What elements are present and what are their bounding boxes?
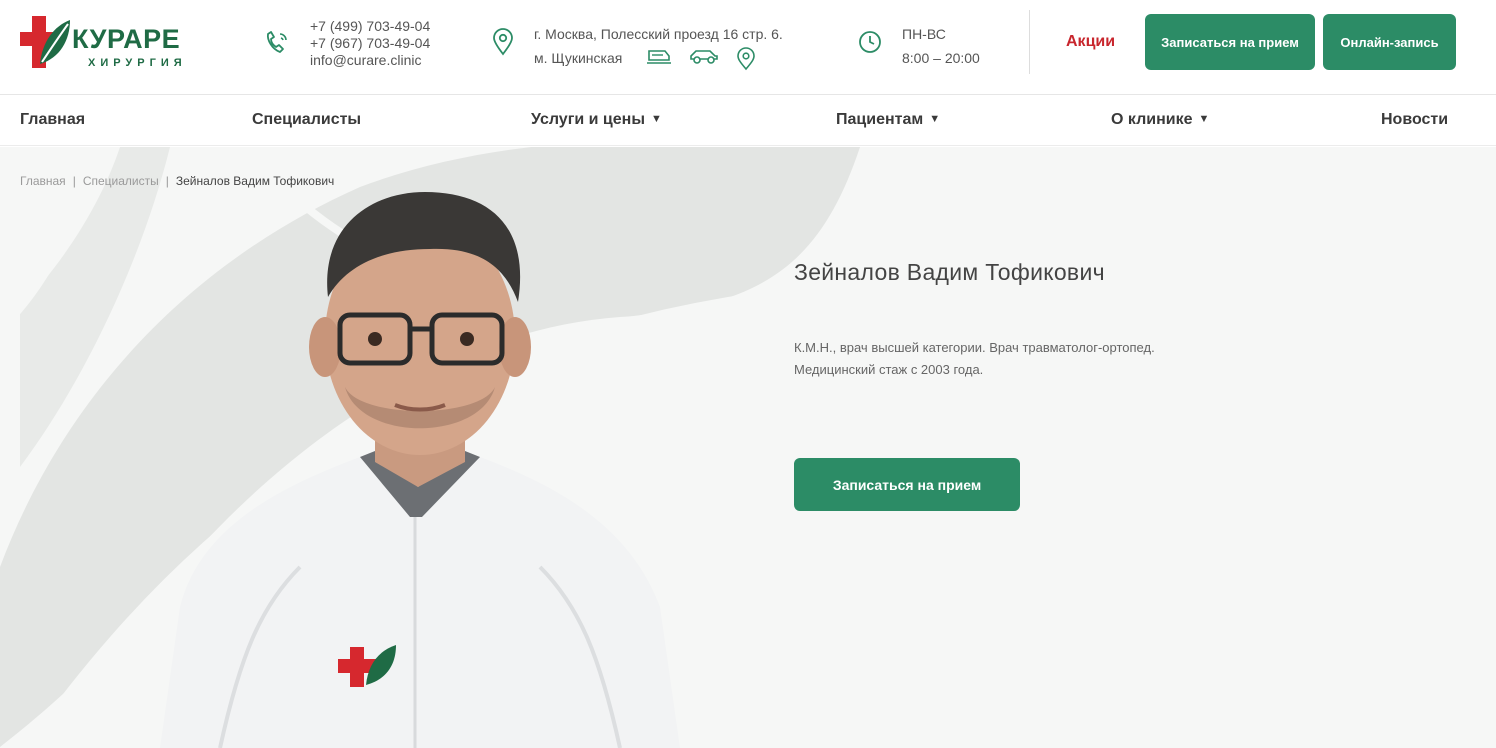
nav-item-patients[interactable]: Пациентам ▼ [836, 111, 940, 129]
breadcrumb-specialists[interactable]: Специалисты [83, 174, 159, 188]
logo-subtitle: ХИРУРГИЯ [88, 57, 187, 69]
nav-label: О клинике [1111, 111, 1193, 128]
breadcrumb-home[interactable]: Главная [20, 174, 66, 188]
bus-icon[interactable] [646, 47, 672, 65]
contact-address: г. Москва, Полесский проезд 16 стр. 6. м… [534, 22, 783, 71]
contact-phones: +7 (499) 703-49-04 +7 (967) 703-49-04 in… [310, 18, 430, 69]
hours-time: 8:00 – 20:00 [902, 50, 980, 66]
doctor-desc-line: Медицинский стаж с 2003 года. [794, 362, 984, 377]
nav-item-services[interactable]: Услуги и цены ▼ [531, 111, 662, 129]
clock-icon [859, 31, 881, 53]
nav-item-about[interactable]: О клинике ▼ [1111, 111, 1209, 129]
site-header: КУРАРЕ ХИРУРГИЯ +7 (499) 703-49-04 +7 (9… [0, 0, 1496, 95]
car-icon[interactable] [688, 47, 720, 65]
caret-down-icon: ▼ [1198, 113, 1210, 125]
hours-days: ПН-ВС [902, 26, 946, 42]
book-appointment-button[interactable]: Записаться на прием [1145, 14, 1315, 70]
doctor-desc-line: К.М.Н., врач высшей категории. Врач трав… [794, 340, 1155, 355]
caret-down-icon: ▼ [929, 113, 941, 125]
nav-label: Главная [20, 111, 86, 128]
phone-link-1[interactable]: +7 (499) 703-49-04 [310, 18, 430, 35]
location-pin-icon [493, 28, 513, 56]
logo[interactable]: КУРАРЕ ХИРУРГИЯ [20, 14, 190, 72]
nav-label: Специалисты [252, 111, 362, 128]
promo-link[interactable]: Акции [1066, 33, 1115, 51]
map-pin-icon[interactable] [736, 47, 756, 71]
breadcrumb-current: Зейналов Вадим Тофикович [175, 174, 335, 188]
breadcrumb: Главная | Специалисты | Зейналов Вадим Тофик… [20, 174, 335, 188]
doctor-photo [160, 192, 680, 748]
doctor-name: Зейналов Вадим Тофикович [794, 259, 1105, 285]
phone-icon [267, 31, 287, 53]
nav-item-specialists[interactable]: Специалисты [252, 111, 361, 129]
main-nav: Главная Специалисты Услуги и цены ▼ Пацие… [0, 95, 1496, 146]
hero-book-button[interactable]: Записаться на прием [794, 458, 1020, 511]
opening-hours: ПН-ВС 8:00 – 20:00 [902, 22, 980, 70]
doctor-hero: Главная | Специалисты | Зейналов Вадим Тофик… [0, 147, 1496, 748]
nav-label: Услуги и цены [531, 111, 645, 128]
nav-label: Пациентам [836, 111, 924, 128]
address-line: г. Москва, Полесский проезд 16 стр. 6. [534, 26, 783, 42]
caret-down-icon: ▼ [650, 113, 662, 125]
nav-item-home[interactable]: Главная [20, 111, 85, 129]
email-link[interactable]: info@curare.clinic [310, 52, 430, 69]
header-divider [1029, 10, 1030, 74]
nav-item-news[interactable]: Новости [1381, 111, 1448, 129]
phone-link-2[interactable]: +7 (967) 703-49-04 [310, 35, 430, 52]
doctor-description: К.М.Н., врач высшей категории. Врач трав… [794, 337, 1254, 381]
logo-name: КУРАРЕ [72, 24, 181, 54]
logo-cross-icon [20, 16, 70, 68]
metro-station: м. Щукинская [534, 50, 623, 66]
online-booking-button[interactable]: Онлайн-запись [1323, 14, 1456, 70]
nav-label: Новости [1381, 111, 1449, 128]
